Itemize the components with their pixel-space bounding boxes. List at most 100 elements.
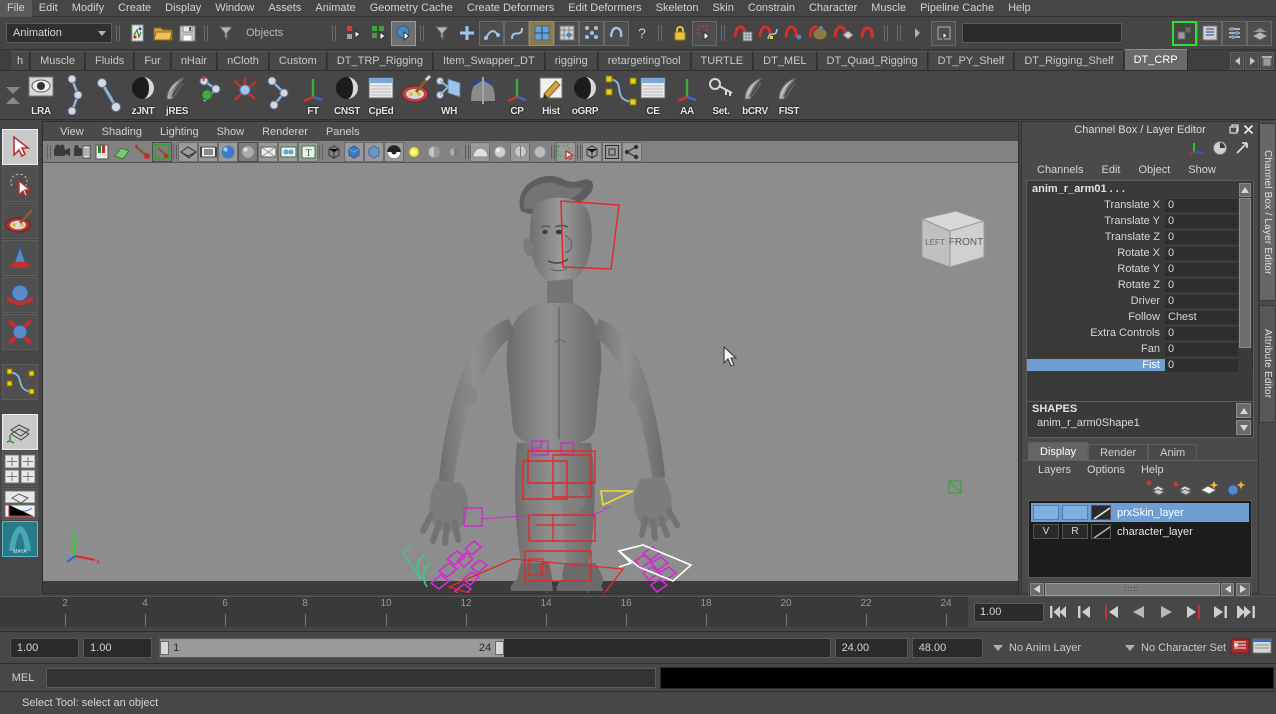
menu-help[interactable]: Help bbox=[1001, 0, 1038, 17]
sphere-ao-icon[interactable] bbox=[530, 142, 550, 162]
range-end-handle[interactable] bbox=[495, 640, 505, 655]
menu-geometry-cache[interactable]: Geometry Cache bbox=[363, 0, 460, 17]
range-slider[interactable]: 1 24 bbox=[159, 637, 831, 658]
menu-create-deformers[interactable]: Create Deformers bbox=[460, 0, 561, 17]
frame-selection-icon[interactable] bbox=[602, 141, 622, 162]
menu-file[interactable]: File bbox=[0, 0, 32, 17]
channel-box-menu-show[interactable]: Show bbox=[1179, 164, 1225, 176]
save-scene-button[interactable] bbox=[175, 21, 200, 46]
quick-search-input[interactable] bbox=[962, 23, 1122, 43]
step-forward-key-button[interactable] bbox=[1179, 599, 1206, 625]
move-layer-up-icon[interactable] bbox=[1145, 479, 1166, 499]
selection-filter-icon[interactable] bbox=[429, 21, 454, 46]
close-icon[interactable] bbox=[1242, 123, 1255, 136]
shelf-tab-h[interactable]: h bbox=[10, 51, 31, 70]
shelf-tab-nhair[interactable]: nHair bbox=[170, 51, 218, 70]
go-to-start-button[interactable] bbox=[1044, 599, 1071, 625]
shelf-button-curve[interactable] bbox=[602, 73, 637, 118]
menu-window[interactable]: Window bbox=[208, 0, 261, 17]
shapes-scroll-up-icon[interactable] bbox=[1236, 403, 1251, 418]
step-forward-frame-button[interactable] bbox=[1206, 599, 1233, 625]
shelf-tab-dt-crp[interactable]: DT_CRP bbox=[1123, 49, 1188, 70]
bookmark-icon[interactable] bbox=[92, 142, 112, 162]
shelf-grip[interactable] bbox=[2, 73, 24, 117]
selection-mask-icon[interactable] bbox=[213, 21, 238, 46]
layer-reference-toggle[interactable]: R bbox=[1062, 524, 1088, 539]
snap-to-grid2-button[interactable] bbox=[554, 20, 579, 46]
shelf-button-ce[interactable]: CE bbox=[636, 73, 670, 118]
snap-magnet-curve-icon[interactable] bbox=[755, 21, 780, 46]
move-layer-down-icon[interactable] bbox=[1172, 479, 1193, 499]
single-perspective-view-layout[interactable] bbox=[2, 414, 38, 450]
shelf-tab-fluids[interactable]: Fluids bbox=[84, 51, 135, 70]
move-tool[interactable] bbox=[2, 240, 38, 276]
manipulator-icon[interactable] bbox=[1189, 140, 1206, 158]
character-set-dropdown[interactable]: No Character Set bbox=[1121, 638, 1230, 658]
tool-settings-toggle-icon[interactable] bbox=[1222, 20, 1247, 46]
play-backwards-button[interactable] bbox=[1125, 599, 1152, 625]
scroll-left-icon[interactable] bbox=[1030, 582, 1044, 596]
select-tool[interactable] bbox=[2, 129, 38, 165]
attribute-editor-toggle-icon[interactable] bbox=[1197, 20, 1222, 46]
channel-row-fan[interactable]: Fan 0 bbox=[1027, 341, 1253, 357]
smooth-shade-icon[interactable] bbox=[218, 141, 238, 162]
lasso-select-tool[interactable] bbox=[2, 166, 38, 202]
shelf-button-joint-chain[interactable] bbox=[58, 73, 92, 118]
scroll-left-icon-2[interactable] bbox=[1220, 582, 1235, 596]
menu-constrain[interactable]: Constrain bbox=[741, 0, 802, 17]
menu-set-selector[interactable]: Animation bbox=[6, 23, 112, 43]
play-forwards-button[interactable] bbox=[1152, 599, 1179, 625]
shelf-button-zjnt[interactable]: zJNT bbox=[126, 73, 160, 118]
layer-list-horizontal-scrollbar[interactable] bbox=[1028, 581, 1252, 597]
menu-character[interactable]: Character bbox=[802, 0, 864, 17]
snap-to-point-button[interactable] bbox=[504, 20, 529, 46]
snap-to-view-plane-button[interactable] bbox=[529, 20, 554, 46]
shapes-scroll-down-icon[interactable] bbox=[1236, 420, 1251, 435]
shelf-button-jres[interactable]: jRES bbox=[160, 73, 194, 118]
menu-display[interactable]: Display bbox=[158, 0, 208, 17]
select-by-object-type-button[interactable] bbox=[366, 21, 391, 46]
channel-box-menu-object[interactable]: Object bbox=[1129, 164, 1179, 176]
command-input[interactable] bbox=[46, 667, 656, 688]
tab-display[interactable]: Display bbox=[1028, 442, 1089, 460]
anim-layer-dropdown[interactable]: No Anim Layer bbox=[989, 638, 1085, 658]
shelf-button-joint-link[interactable] bbox=[92, 73, 126, 118]
animation-end-time-field[interactable]: 48.00 bbox=[911, 637, 983, 658]
isolate-select-icon[interactable] bbox=[582, 141, 602, 162]
layer-row-prxskin[interactable]: prxSkin_layer bbox=[1031, 503, 1249, 522]
shelf-tab-dt-trp-rigging[interactable]: DT_TRP_Rigging bbox=[326, 51, 434, 70]
xray-icon[interactable] bbox=[324, 142, 344, 162]
restore-icon[interactable] bbox=[1227, 123, 1240, 136]
shelf-button-cped[interactable]: CpEd bbox=[364, 73, 398, 118]
snap-magnet-surface-icon[interactable] bbox=[805, 21, 830, 46]
shelf-button-cluster[interactable] bbox=[228, 73, 262, 118]
scrollbar-thumb[interactable] bbox=[1239, 198, 1251, 348]
shelf-tab-dt-py-shelf[interactable]: DT_PY_Shelf bbox=[927, 51, 1015, 70]
channel-row-translate-x[interactable]: Translate X 0 bbox=[1027, 197, 1253, 213]
new-layer-icon[interactable] bbox=[1199, 479, 1219, 499]
layer-visibility-toggle[interactable] bbox=[1033, 505, 1059, 520]
layer-menu-layers[interactable]: Layers bbox=[1030, 464, 1079, 476]
new-layer-from-selection-icon[interactable] bbox=[1226, 479, 1246, 499]
shelf-tab-dt-rigging-shelf[interactable]: DT_Rigging_Shelf bbox=[1014, 51, 1124, 70]
shelf-tab-ncloth[interactable]: nCloth bbox=[217, 51, 269, 70]
shelf-tab-muscle[interactable]: Muscle bbox=[30, 51, 85, 70]
snap-to-uv-button[interactable] bbox=[579, 20, 604, 46]
shelf-tab-item-swapper-dt[interactable]: Item_Swapper_DT bbox=[433, 51, 545, 70]
layer-menu-help[interactable]: Help bbox=[1133, 464, 1172, 476]
tab-render[interactable]: Render bbox=[1088, 444, 1149, 460]
channel-row-translate-z[interactable]: Translate Z 0 bbox=[1027, 229, 1253, 245]
shelf-button-set[interactable]: Set. bbox=[704, 73, 738, 118]
menu-muscle[interactable]: Muscle bbox=[864, 0, 913, 17]
menu-pipeline-cache[interactable]: Pipeline Cache bbox=[913, 0, 1001, 17]
shelf-button-bcrv[interactable]: bCRV bbox=[738, 73, 772, 118]
current-time-field[interactable]: 1.00 bbox=[974, 602, 1044, 622]
layer-reference-toggle[interactable] bbox=[1062, 505, 1088, 520]
shelf-tab-turtle[interactable]: TURTLE bbox=[690, 51, 754, 70]
shelf-prev-button[interactable] bbox=[1230, 52, 1244, 70]
channel-row-rotate-x[interactable]: Rotate X 0 bbox=[1027, 245, 1253, 261]
side-tab-channel-box[interactable]: Channel Box / Layer Editor bbox=[1259, 123, 1276, 301]
shelf-button-face-mirror[interactable] bbox=[466, 73, 500, 118]
snap-magnet-grid-icon[interactable] bbox=[730, 21, 755, 46]
snap-magnet-point-icon[interactable] bbox=[780, 21, 805, 46]
